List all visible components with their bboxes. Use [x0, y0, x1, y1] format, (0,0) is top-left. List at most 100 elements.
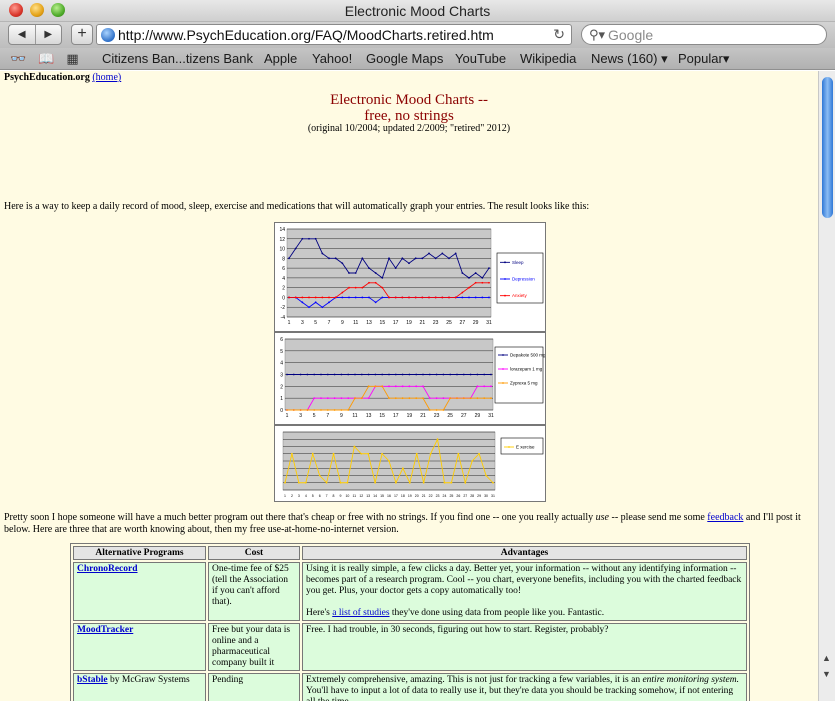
x-tick-label: 28: [470, 494, 474, 498]
data-point: [381, 296, 384, 299]
data-point: [435, 397, 438, 400]
data-point: [469, 373, 472, 376]
bookmark-wikipedia[interactable]: Wikipedia: [520, 51, 576, 66]
bookmark-popular-folder[interactable]: Popular▾: [678, 51, 729, 67]
y-tick-label: 1: [280, 396, 283, 402]
data-point: [360, 373, 363, 376]
data-point: [464, 481, 467, 484]
data-point: [326, 409, 329, 411]
data-point: [414, 296, 417, 299]
page-subtitle: (original 10/2004; updated 2/2009; "reti…: [307, 123, 511, 134]
x-tick-label: 1: [288, 320, 291, 326]
data-point: [422, 481, 425, 484]
search-placeholder: Google: [608, 27, 654, 43]
data-point: [449, 397, 452, 400]
data-point: [415, 373, 418, 376]
search-field[interactable]: ⚲▾ Google: [581, 24, 827, 45]
data-point: [394, 385, 397, 388]
bookmark-news-folder[interactable]: News (160) ▾: [591, 51, 668, 67]
feedback-link[interactable]: feedback: [707, 512, 743, 523]
popular-label: Popular: [678, 51, 723, 66]
scroll-up-arrow-icon[interactable]: ▲: [822, 653, 831, 663]
data-point: [332, 452, 335, 455]
x-tick-label: 19: [406, 320, 412, 326]
studies-link[interactable]: a list of studies: [332, 608, 389, 618]
x-tick-label: 13: [366, 413, 372, 419]
data-point: [422, 397, 424, 400]
data-point: [461, 272, 464, 274]
para-text-2: -- please send me some: [608, 512, 708, 523]
data-point: [326, 373, 329, 376]
data-point: [306, 409, 309, 411]
moodtracker-link[interactable]: MoodTracker: [77, 625, 133, 635]
bookmark-citizens-bank[interactable]: Citizens Ban...tizens Bank: [102, 51, 253, 66]
intro-text: Here is a way to keep a daily record of …: [4, 201, 590, 212]
data-point: [490, 373, 492, 376]
url-text[interactable]: http://www.PsychEducation.org/FAQ/MoodCh…: [118, 27, 494, 43]
data-point: [408, 373, 411, 376]
data-point: [462, 373, 465, 376]
column-header-programs: Alternative Programs: [73, 546, 206, 560]
data-point: [374, 272, 377, 274]
data-point: [442, 373, 445, 376]
x-tick-label: 31: [488, 413, 494, 419]
bookmark-google-maps[interactable]: Google Maps: [366, 51, 443, 66]
data-point: [284, 481, 286, 484]
forward-arrow-icon[interactable]: ▶: [34, 25, 62, 44]
data-point: [490, 385, 492, 388]
x-tick-label: 2: [291, 494, 293, 498]
news-label: News (160): [591, 51, 658, 66]
home-link[interactable]: (home): [92, 72, 121, 83]
exercise-chart-svg: 1 2 3 4 5 6 7 8 9 10 11 12 13 14 15 16 17 18 19 20 21 22 23 24 2…: [282, 431, 544, 498]
data-point: [341, 262, 344, 265]
reload-icon[interactable]: ↻: [553, 26, 565, 43]
data-point: [348, 296, 350, 299]
x-tick-label: 25: [449, 494, 453, 498]
table-row: ChronoRecord One-time fee of $25 (tell t…: [73, 562, 747, 621]
data-point: [476, 397, 479, 400]
reading-list-icon[interactable]: 👓: [10, 51, 26, 67]
bookmark-yahoo[interactable]: Yahoo!: [312, 51, 352, 66]
data-point: [462, 397, 465, 400]
vertical-scrollbar[interactable]: ▲ ▼: [818, 71, 835, 701]
scroll-down-arrow-icon[interactable]: ▼: [822, 669, 831, 679]
scrollbar-thumb[interactable]: [822, 77, 833, 218]
data-point: [334, 257, 337, 260]
data-point: [292, 373, 295, 376]
x-tick-label: 14: [373, 494, 377, 498]
x-tick-label: 25: [446, 320, 452, 326]
legend-label: E xercise: [516, 445, 535, 450]
data-point: [348, 286, 350, 289]
data-point: [301, 237, 304, 240]
site-name: PsychEducation.org: [4, 72, 90, 83]
data-point: [299, 409, 302, 411]
legend-marker: [502, 354, 504, 356]
studies-suffix: they've done using data from people like…: [389, 608, 605, 618]
data-point: [328, 257, 330, 260]
add-bookmark-button[interactable]: +: [71, 24, 93, 45]
x-tick-label: 15: [380, 494, 384, 498]
data-point: [474, 281, 477, 284]
data-point: [421, 296, 424, 299]
bookmarks-book-icon[interactable]: 📖: [38, 51, 54, 67]
bookmark-apple[interactable]: Apple: [264, 51, 297, 66]
data-point: [442, 409, 445, 411]
data-point: [428, 409, 431, 411]
y-tick-label: 0: [280, 408, 283, 414]
chronorecord-link[interactable]: ChronoRecord: [77, 564, 138, 574]
x-tick-label: 15: [379, 413, 385, 419]
bookmark-youtube[interactable]: YouTube: [455, 51, 506, 66]
top-sites-grid-icon[interactable]: ▦: [66, 51, 78, 67]
data-point: [415, 385, 418, 388]
table-row: bStable by McGraw Systems Pending Extrem…: [73, 673, 747, 701]
data-point: [394, 373, 397, 376]
bstable-link[interactable]: bStable: [77, 675, 108, 685]
x-tick-label: 7: [328, 320, 331, 326]
window-titlebar: Electronic Mood Charts: [0, 0, 835, 22]
data-point: [450, 481, 453, 484]
data-point: [318, 474, 321, 477]
data-point: [354, 286, 357, 289]
back-arrow-icon[interactable]: ◀: [9, 25, 35, 44]
x-tick-label: 9: [341, 320, 344, 326]
address-bar[interactable]: http://www.PsychEducation.org/FAQ/MoodCh…: [96, 24, 572, 45]
